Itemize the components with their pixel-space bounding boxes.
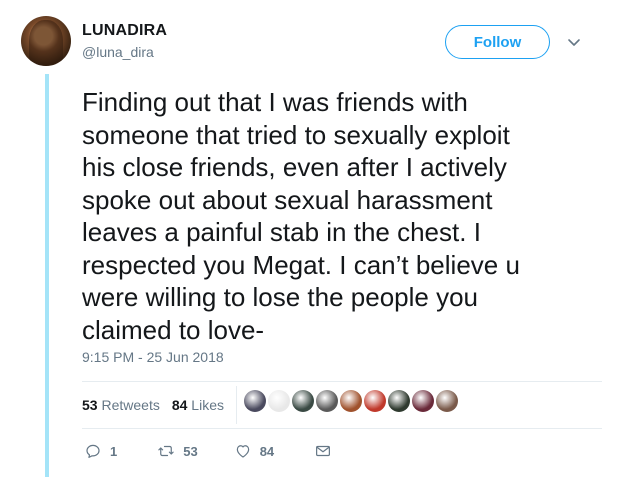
follow-button[interactable]: Follow: [445, 25, 550, 59]
retweets-count: 53: [82, 397, 98, 413]
display-name[interactable]: LUNADIRA: [82, 22, 167, 40]
chevron-down-icon[interactable]: [567, 36, 581, 50]
direct-message-action[interactable]: [314, 442, 332, 460]
like-action[interactable]: 84: [234, 442, 274, 460]
liker-avatar[interactable]: [316, 390, 338, 412]
liker-avatar[interactable]: [268, 390, 290, 412]
likes-stat[interactable]: 84 Likes: [172, 397, 224, 413]
user-handle[interactable]: @luna_dira: [82, 44, 154, 60]
likes-label: Likes: [191, 397, 224, 413]
envelope-icon: [316, 445, 331, 457]
tweet-text: Finding out that I was friends with some…: [82, 87, 520, 345]
tweet-stats: 53 Retweets 84 Likes: [82, 397, 224, 413]
reply-action[interactable]: 1: [84, 442, 117, 460]
liker-avatar[interactable]: [412, 390, 434, 412]
like-count: 84: [259, 443, 275, 459]
avatar[interactable]: [21, 16, 71, 66]
divider: [82, 428, 602, 429]
stats-separator: [236, 386, 237, 424]
liker-avatar[interactable]: [340, 390, 362, 412]
liker-avatar[interactable]: [292, 390, 314, 412]
retweet-count: 53: [183, 443, 198, 459]
reply-icon: [86, 444, 100, 458]
liker-avatar[interactable]: [388, 390, 410, 412]
liker-avatar[interactable]: [436, 390, 458, 412]
retweets-stat[interactable]: 53 Retweets: [82, 397, 160, 413]
heart-icon: [236, 445, 249, 458]
retweet-icon: [158, 445, 174, 457]
thread-line: [45, 74, 49, 477]
timestamp[interactable]: 9:15 PM - 25 Jun 2018: [82, 349, 224, 365]
reply-count: 1: [110, 443, 118, 459]
tweet-actions: 1 53 84: [84, 442, 332, 460]
divider: [82, 381, 602, 382]
liker-avatar[interactable]: [364, 390, 386, 412]
liker-avatars: [244, 390, 458, 412]
retweets-label: Retweets: [101, 397, 160, 413]
likes-count: 84: [171, 397, 188, 413]
retweet-action[interactable]: 53: [157, 442, 198, 460]
liker-avatar[interactable]: [244, 390, 266, 412]
